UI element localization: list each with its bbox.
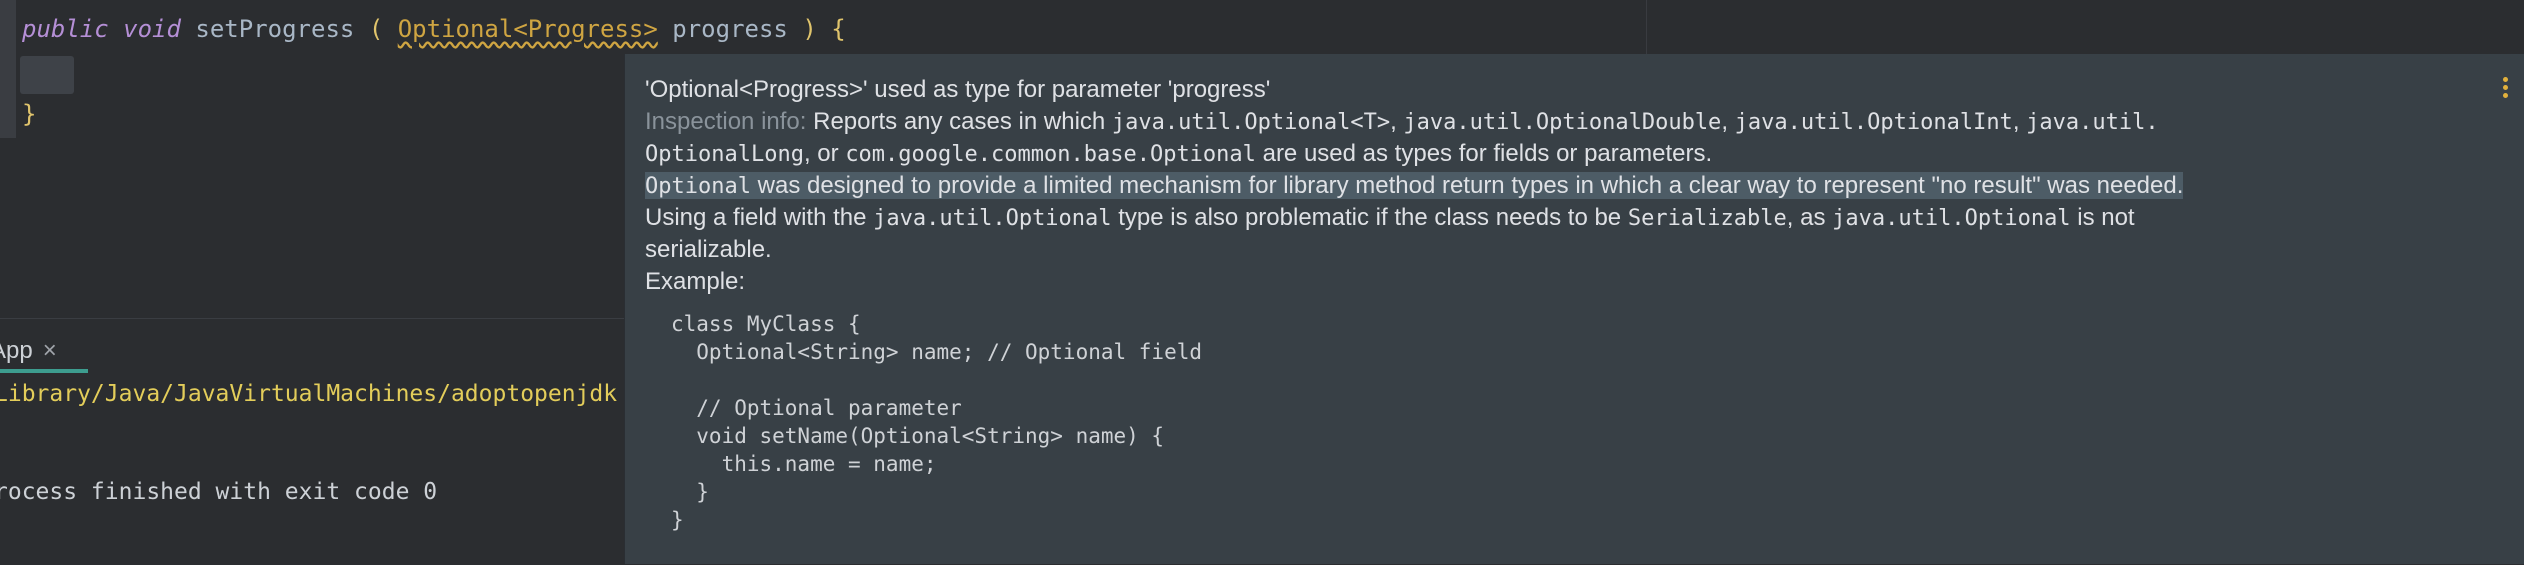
info-code: OptionalLong <box>645 142 804 167</box>
param-type-warning[interactable]: Optional<Progress> <box>398 15 658 43</box>
inspection-info-line-3[interactable]: Optional was designed to provide a limit… <box>645 172 2184 200</box>
method-name: setProgress <box>195 15 355 43</box>
info-text: Using a field with the <box>645 204 867 231</box>
example-label: Example: <box>645 268 746 295</box>
console-jvm-path[interactable]: Library/Java/JavaVirtualMachines/adoptop… <box>0 381 617 407</box>
info-text-selected: was designed to provide a limited mechan… <box>757 172 2184 199</box>
code-line-3[interactable]: } <box>22 100 36 128</box>
code-example[interactable]: class MyClass { Optional<String> name; /… <box>671 310 1202 534</box>
info-text: , as <box>1786 204 1826 231</box>
info-code: Optional <box>645 174 751 199</box>
open-paren: ( <box>368 15 384 43</box>
inspection-info-line-5: serializable. <box>645 236 772 264</box>
run-tab-label: App <box>0 337 33 364</box>
info-text: Reports any cases in which <box>813 108 1106 135</box>
info-text: is not <box>2077 204 2135 231</box>
inspection-info-line-4: Using a field with the java.util.Optiona… <box>645 204 2135 232</box>
info-text: , or <box>803 140 839 167</box>
info-text: are used as types for fields or paramete… <box>1262 140 1713 167</box>
more-options-icon[interactable] <box>2499 74 2511 104</box>
run-tab[interactable]: App × <box>0 329 57 373</box>
info-text: , <box>1721 108 1728 135</box>
inspection-info-line-1: Inspection info: Reports any cases in wh… <box>645 108 2159 136</box>
info-text: , <box>1390 108 1397 135</box>
info-code: java.util.Optional <box>1832 206 2071 231</box>
inspection-popup: 'Optional<Progress>' used as type for pa… <box>624 54 2524 564</box>
param-name: progress <box>672 15 788 43</box>
inspection-info-label: Inspection info: <box>645 108 807 135</box>
info-code: java.util.OptionalDouble <box>1403 110 1722 135</box>
caret-line-highlight[interactable] <box>20 56 74 94</box>
info-text: serializable. <box>645 236 772 263</box>
run-tool-window: App × Library/Java/JavaVirtualMachines/a… <box>0 318 640 565</box>
inspection-info-line-2: OptionalLong, or com.google.common.base.… <box>645 140 1712 168</box>
keyword-void: void <box>123 15 181 43</box>
info-code: com.google.common.base.Optional <box>845 142 1256 167</box>
info-code: Serializable <box>1627 206 1787 231</box>
close-icon[interactable]: × <box>43 337 57 365</box>
info-code: java.util. <box>2026 110 2159 135</box>
open-brace: { <box>831 15 846 43</box>
info-text: , <box>2012 108 2020 135</box>
info-text: type is also problematic if the class ne… <box>1118 204 1622 231</box>
close-paren: ) <box>802 15 817 43</box>
info-code: java.util.Optional<T> <box>1111 110 1391 135</box>
keyword-public: public <box>22 15 109 43</box>
close-brace: } <box>22 100 37 128</box>
console-exit-message: rocess finished with exit code 0 <box>0 479 438 505</box>
active-tab-indicator <box>0 369 88 373</box>
info-code: java.util.OptionalInt <box>1734 110 2013 135</box>
code-line-1[interactable]: public void setProgress ( Optional<Progr… <box>22 15 846 43</box>
editor-gutter <box>0 0 16 138</box>
inspection-title: 'Optional<Progress>' used as type for pa… <box>645 76 1271 103</box>
info-code: java.util.Optional <box>873 206 1112 231</box>
